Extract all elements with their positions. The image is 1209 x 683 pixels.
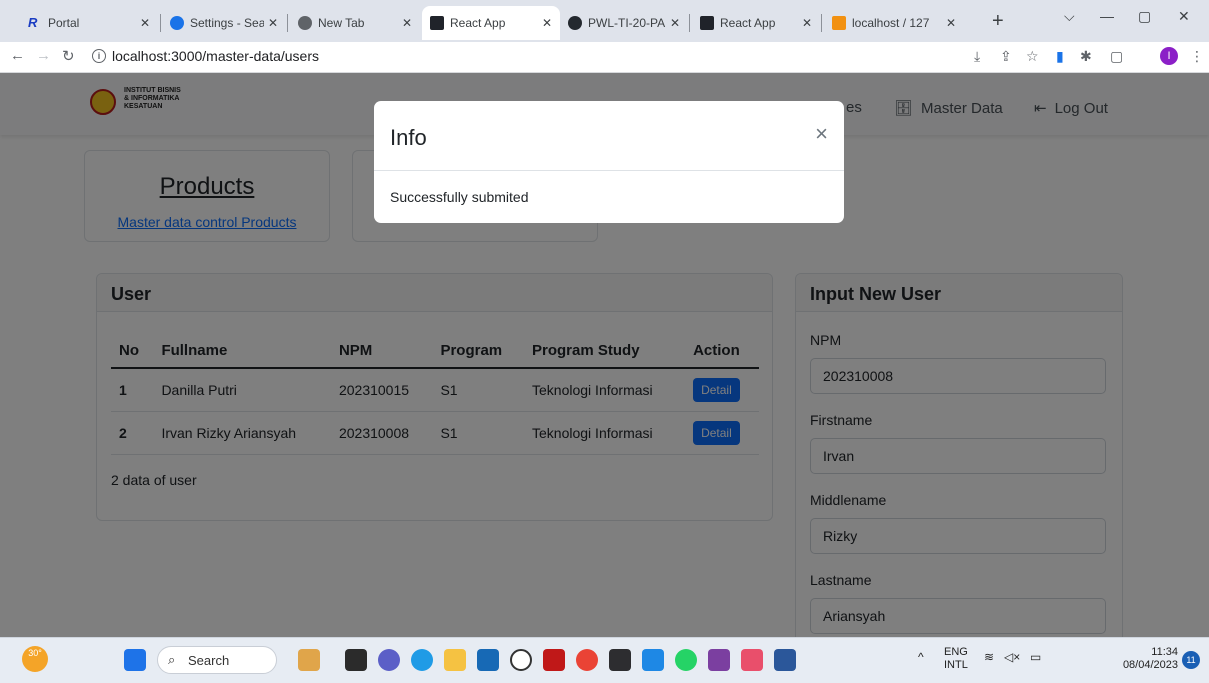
- close-icon[interactable]: ✕: [946, 16, 956, 30]
- task-view-icon[interactable]: [345, 649, 367, 671]
- mcafee-icon[interactable]: [543, 649, 565, 671]
- tab-portal[interactable]: R Portal ✕: [20, 6, 158, 40]
- site-info-icon[interactable]: i: [92, 49, 106, 63]
- terminal-icon[interactable]: [609, 649, 631, 671]
- modal-title: Info: [390, 125, 427, 150]
- edge-icon[interactable]: [411, 649, 433, 671]
- modal-header: Info ×: [374, 101, 844, 171]
- app-page: INSTITUT BISNIS & INFORMATIKA KESATUAN e…: [0, 73, 1209, 637]
- windows-taskbar: 30° ⌕ Search ^ ENG INTL ≋ ◁× ▭ 11:34 08/…: [0, 637, 1209, 683]
- word-icon[interactable]: [774, 649, 796, 671]
- dell-icon[interactable]: [510, 649, 532, 671]
- widgets-icon[interactable]: [298, 649, 320, 671]
- browser-address-bar: ← → ↻ i localhost:3000/master-data/users…: [0, 42, 1209, 73]
- file-explorer-icon[interactable]: [444, 649, 466, 671]
- store-icon[interactable]: [477, 649, 499, 671]
- phpmyadmin-icon: [832, 16, 846, 30]
- tab-phpmyadmin[interactable]: localhost / 127 ✕: [824, 6, 964, 40]
- tab-separator: [160, 14, 161, 32]
- tab-separator: [689, 14, 690, 32]
- taskbar-search[interactable]: ⌕ Search: [157, 646, 277, 674]
- close-icon[interactable]: ✕: [802, 16, 812, 30]
- tab-new-tab[interactable]: New Tab ✕: [290, 6, 420, 40]
- wifi-icon[interactable]: ≋: [984, 651, 994, 664]
- teams-chat-icon[interactable]: [378, 649, 400, 671]
- close-icon[interactable]: ✕: [268, 16, 278, 30]
- chevron-up-icon[interactable]: ^: [918, 651, 924, 664]
- minimize-icon[interactable]: —: [1100, 8, 1114, 24]
- tab-github[interactable]: PWL-TI-20-PA ✕: [560, 6, 688, 40]
- chevron-down-icon[interactable]: ⌵: [1064, 8, 1075, 25]
- share-icon[interactable]: ⇪: [1000, 48, 1012, 65]
- winrar-icon[interactable]: [708, 649, 730, 671]
- xampp-icon[interactable]: [741, 649, 763, 671]
- install-icon[interactable]: ⤓: [974, 48, 980, 65]
- weather-icon[interactable]: 30°: [22, 646, 48, 672]
- restore-icon[interactable]: ▢: [1138, 8, 1151, 25]
- info-modal: Info × Successfully submited: [374, 101, 844, 223]
- close-icon[interactable]: ✕: [670, 16, 680, 30]
- portal-favicon-icon: R: [28, 15, 38, 30]
- clock[interactable]: 11:34 08/04/2023: [1120, 646, 1178, 672]
- search-icon: ⌕: [168, 652, 176, 667]
- windows-start-icon[interactable]: [124, 649, 146, 671]
- vscode-icon[interactable]: [642, 649, 664, 671]
- react-icon: [700, 16, 714, 30]
- puzzle-icon[interactable]: ✱: [1080, 48, 1092, 65]
- window-close-icon[interactable]: ✕: [1178, 8, 1190, 25]
- chrome-icon[interactable]: [576, 649, 598, 671]
- close-icon[interactable]: ✕: [402, 16, 412, 30]
- tab-react-app-2[interactable]: React App ✕: [692, 6, 820, 40]
- tab-separator: [821, 14, 822, 32]
- battery-icon[interactable]: ▭: [1030, 651, 1041, 664]
- gear-icon: [170, 16, 184, 30]
- close-icon[interactable]: ✕: [542, 16, 552, 30]
- sidepanel-icon[interactable]: ▢: [1110, 48, 1123, 65]
- url-text[interactable]: localhost:3000/master-data/users: [112, 48, 319, 64]
- new-tab-plus-icon[interactable]: +: [992, 10, 1004, 33]
- github-icon: [568, 16, 582, 30]
- extension-box-icon[interactable]: ▮: [1056, 48, 1064, 65]
- close-icon[interactable]: ×: [815, 121, 828, 147]
- reload-icon[interactable]: ↻: [62, 47, 75, 65]
- notification-badge[interactable]: 11: [1182, 651, 1200, 669]
- whatsapp-icon[interactable]: [675, 649, 697, 671]
- volume-icon[interactable]: ◁×: [1004, 651, 1020, 664]
- react-icon: [430, 16, 444, 30]
- modal-message: Successfully submited: [390, 189, 529, 205]
- browser-tab-strip: R Portal ✕ Settings - Sear ✕ New Tab ✕ R…: [0, 0, 1209, 42]
- forward-arrow-icon[interactable]: →: [36, 47, 51, 64]
- back-arrow-icon[interactable]: ←: [10, 47, 25, 64]
- tab-settings[interactable]: Settings - Sear ✕: [162, 6, 286, 40]
- language-indicator[interactable]: ENG INTL: [944, 646, 968, 672]
- profile-avatar[interactable]: I: [1160, 47, 1178, 65]
- star-icon[interactable]: ☆: [1026, 48, 1039, 65]
- chrome-icon: [298, 16, 312, 30]
- close-icon[interactable]: ✕: [140, 16, 150, 30]
- tab-separator: [287, 14, 288, 32]
- tab-react-app-active[interactable]: React App ✕: [422, 6, 560, 40]
- kebab-menu-icon[interactable]: ⋮: [1190, 48, 1204, 65]
